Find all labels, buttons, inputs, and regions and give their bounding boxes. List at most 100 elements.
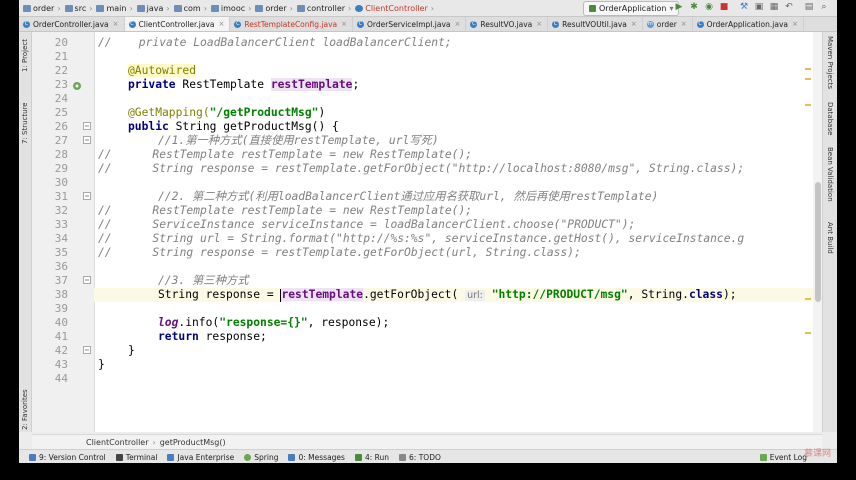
database-tool-button[interactable]: Database [826,102,834,135]
line-number: 27 [54,134,68,147]
todo-button[interactable]: 6: TODO [399,453,441,462]
fold-icon[interactable] [83,192,91,200]
right-tool-strip: Maven Projects Database Bean Validation … [822,32,837,432]
code-editor[interactable]: 20 21 22 23 24 25 26 27 28 29 30 31 32 3… [32,32,822,432]
line-number: 24 [54,92,68,105]
line-number: 31 [54,190,68,203]
search-icon[interactable]: ⌕ [819,2,829,12]
close-icon[interactable]: × [113,20,119,28]
crumb-order-pkg[interactable]: order › [255,4,293,13]
java-enterprise-button[interactable]: Java Enterprise [167,453,234,462]
code-line-34: // String url = String.format("http://%s… [98,232,745,245]
crumb-src[interactable]: src › [64,4,92,13]
tab-ordercontroller[interactable]: C OrderController.java × [19,17,125,31]
code-line-35: // String response = restTemplate.getFor… [98,246,581,259]
messages-button[interactable]: 0: Messages [288,453,345,462]
code-line-28: // RestTemplate restTemplate = new RestT… [98,148,473,161]
structure-tool-button[interactable]: 7: Structure [21,102,29,144]
close-icon[interactable]: × [455,20,461,28]
run-button[interactable]: 4: Run [354,453,389,462]
line-number-gutter: 20 21 22 23 24 25 26 27 28 29 30 31 32 3… [32,32,95,432]
error-stripe-marker[interactable] [805,298,811,300]
class-icon: C [552,21,560,28]
close-icon[interactable]: × [536,20,542,28]
close-icon[interactable]: × [219,20,225,28]
tab-resttemplateconfig[interactable]: C RestTemplateConfig.java × [230,17,353,31]
crumb-order[interactable]: order › [23,4,61,13]
crumb-java[interactable]: java › [136,4,170,13]
code-line-37: //3. 第三种方式 [158,274,249,287]
breadcrumb-class[interactable]: ClientController [86,438,149,447]
error-stripe-marker[interactable] [805,332,811,334]
close-icon[interactable]: × [341,20,347,28]
ant-build-tool-button[interactable]: Ant Build [826,222,834,254]
fold-icon[interactable] [83,346,91,354]
vertical-scrollbar[interactable] [813,32,822,432]
terminal-button[interactable]: Terminal [115,453,157,462]
layout-icon[interactable]: ▤ [804,2,814,12]
close-icon[interactable]: × [681,20,687,28]
tab-orderserviceimpl[interactable]: C OrderServiceImpl.java × [353,17,467,31]
tab-resultvoutil[interactable]: C ResultVOUtil.java × [548,17,643,31]
fold-icon[interactable] [83,136,91,144]
close-icon[interactable]: × [792,20,798,28]
line-number: 33 [54,218,68,231]
event-log-button[interactable]: Event Log [759,450,807,463]
tab-orderapplication[interactable]: C OrderApplication.java × [693,17,804,31]
bean-navigation-icon[interactable] [72,81,82,91]
run-icon[interactable]: ▶ [674,2,684,12]
version-control-button[interactable]: 9: Version Control [29,453,106,462]
field-highlight: restTemplate [281,288,364,301]
crumb-controller[interactable]: controller › [296,4,351,13]
scrollbar-thumb[interactable] [815,182,821,302]
crumb-clientcontroller[interactable]: ClientController › [355,4,434,13]
run-icon [354,453,362,461]
method-breadcrumb: ClientController › getProductMsg() [32,434,822,449]
fold-icon[interactable] [83,276,91,284]
code-area[interactable]: // private LoadBalancerClient loadBalanc… [94,32,822,432]
left-tool-strip: 1: Project 7: Structure 2: Favorites [19,32,32,432]
line-number: 40 [54,316,68,329]
crumb-main[interactable]: main › [96,4,133,13]
favorites-tool-button[interactable]: 2: Favorites [21,389,29,430]
code-line-23: private RestTemplate restTemplate; [128,78,360,91]
maven-projects-tool-button[interactable]: Maven Projects [826,36,834,89]
line-number: 38 [54,288,68,301]
crumb-imooc[interactable]: imooc › [210,4,251,13]
crumb-com[interactable]: com › [173,4,207,13]
project-tool-button[interactable]: 1: Project [21,39,29,72]
close-icon[interactable]: × [631,20,637,28]
run-configuration-select[interactable]: OrderApplication ▾ [583,1,680,16]
breadcrumb-method[interactable]: getProductMsg() [160,438,226,447]
watermark-logo: 慕课网 [803,449,831,459]
tab-order[interactable]: m order × [643,17,693,31]
undo-icon[interactable]: ↶ [784,2,794,12]
code-line-40: log.info("response={}", response); [158,316,390,329]
line-number: 32 [54,204,68,217]
fold-icon[interactable] [83,122,91,130]
class-icon: C [470,21,478,28]
project-structure-icon[interactable]: ▦ [769,2,779,12]
tab-clientcontroller[interactable]: C ClientController.java × [124,17,231,31]
messages-icon [288,453,296,461]
bean-validation-tool-button[interactable]: Bean Validation [826,147,834,202]
folder-icon [23,4,31,12]
error-stripe-marker[interactable] [805,78,811,80]
error-stripe-marker[interactable] [805,68,811,70]
tab-resultvo[interactable]: C ResultVO.java × [466,17,549,31]
error-stripe-marker[interactable] [805,104,811,106]
debug-icon[interactable]: ✱ [689,2,699,12]
spring-icon [244,453,252,461]
field-highlight: restTemplate [270,78,353,91]
build-icon[interactable]: ⚒ [739,2,749,12]
sdk-icon[interactable]: ▣ [754,2,764,12]
folder-icon [64,4,73,12]
event-log-icon [759,453,767,461]
spring-button[interactable]: Spring [244,453,278,462]
folder-icon [255,4,264,12]
folder-icon [136,4,145,12]
line-number: 20 [54,36,68,49]
coverage-icon[interactable]: ◉ [704,2,714,12]
stop-icon[interactable]: ■ [719,2,729,12]
class-icon: C [357,21,364,28]
